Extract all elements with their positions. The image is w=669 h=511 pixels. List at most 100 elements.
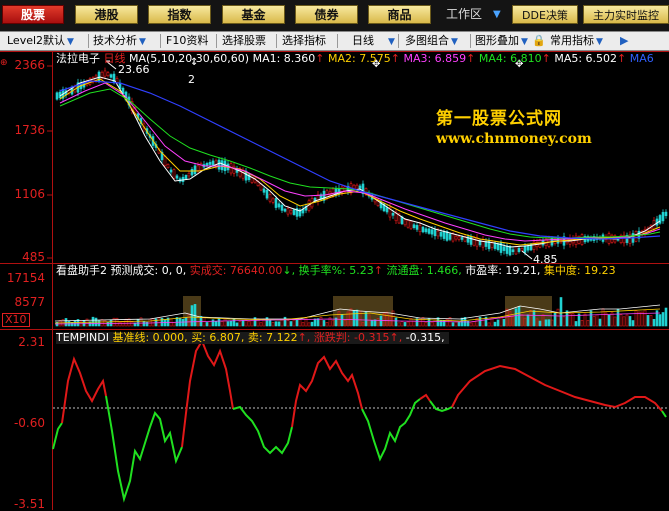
volume-bar <box>604 312 608 327</box>
candle-body <box>520 248 524 251</box>
candle-body <box>172 169 176 179</box>
volume-scale-badge[interactable]: X10 <box>2 313 30 327</box>
toolbar-select-stock[interactable]: 选择股票 <box>222 32 266 50</box>
volume-bar <box>373 319 377 327</box>
volume-bar <box>430 321 434 327</box>
volume-bar <box>517 306 521 327</box>
volume-bar <box>100 319 104 327</box>
toolbar-select-indicator[interactable]: 选择指标 <box>282 32 326 50</box>
indicator-name[interactable]: TEMPINDI <box>56 331 109 344</box>
candle-body <box>406 220 410 228</box>
sell-value: 卖: 7.122 <box>247 331 298 344</box>
volume-bar <box>370 320 374 327</box>
candle-body <box>184 175 188 179</box>
workspace-arrow-icon[interactable]: ▼ <box>493 5 501 24</box>
candle-body <box>271 198 275 203</box>
volume-bar <box>616 308 620 327</box>
candle-body <box>469 235 473 245</box>
candle-body <box>391 213 395 216</box>
toolbar-overlay[interactable]: 图形叠加 ▼ <box>475 32 528 50</box>
volume-bar <box>283 316 287 327</box>
lock-icon[interactable]: 🔒 <box>532 32 546 50</box>
toolbar: Level2默认 ▼ 技术分析 ▼ F10资料 选择股票 选择指标 日线 ▼ 多图组合… <box>0 31 669 51</box>
volume-bar <box>238 321 242 327</box>
indicator-axis-label: 2.31 <box>18 335 45 349</box>
candle-body <box>268 194 272 202</box>
toolbar-f10[interactable]: F10资料 <box>166 32 208 50</box>
indicator-line-red <box>419 393 431 402</box>
candle-body <box>229 163 233 174</box>
volume-indicator-name[interactable]: 看盘助手2 <box>56 264 107 277</box>
volume-bar <box>322 320 326 327</box>
workspace-menu[interactable]: 工作区 <box>446 5 482 24</box>
volume-bar <box>241 320 245 327</box>
trend-value-2: -0.315, <box>405 331 445 344</box>
volume-bar <box>301 322 305 327</box>
tab-bonds[interactable]: 债券 <box>295 5 358 24</box>
toolbar-common-indicators[interactable]: 常用指标 ▼ <box>550 32 603 50</box>
volume-bar <box>190 305 194 327</box>
dde-decision-button[interactable]: DDE决策 <box>512 5 578 24</box>
volume-bar <box>595 314 599 327</box>
volume-bar <box>148 318 152 327</box>
volume-bar <box>310 321 314 327</box>
toolbar-tech-analysis[interactable]: 技术分析 ▼ <box>93 32 146 50</box>
candlesticks <box>55 67 668 257</box>
volume-bar <box>208 320 212 327</box>
volume-bar <box>544 319 548 327</box>
volume-bar <box>469 322 473 327</box>
volume-bar <box>526 314 530 327</box>
toolbar-level2-default[interactable]: Level2默认 ▼ <box>7 32 74 50</box>
toolbar-period-label: 日线 <box>352 34 374 47</box>
volume-bar <box>586 320 590 327</box>
volume-bar <box>307 322 311 327</box>
divider <box>160 34 161 48</box>
volume-bar <box>214 321 218 327</box>
down-arrow-icon: ↓, <box>282 264 296 277</box>
candle-body <box>265 189 269 199</box>
indicator-axis-label: -3.51 <box>13 497 45 511</box>
volume-bar <box>280 319 284 327</box>
candle-body <box>475 237 479 247</box>
volume-bar <box>289 321 293 327</box>
tab-hk-stocks[interactable]: 港股 <box>75 5 138 24</box>
toolbar-period-daily[interactable]: 日线 ▼ <box>352 32 395 50</box>
volume-bar <box>313 318 317 327</box>
candle-body <box>511 249 515 253</box>
volume-bar <box>181 318 185 327</box>
volume-bar <box>481 319 485 327</box>
candle-body <box>205 163 209 167</box>
volume-bar <box>268 319 272 327</box>
toolbar-scroll-right-icon[interactable]: ▶ <box>620 32 628 50</box>
tab-stocks[interactable]: 股票 <box>2 5 64 24</box>
volume-bar <box>556 308 560 327</box>
volume-bar <box>316 318 320 327</box>
ma2-value: MA2: 7.575 <box>328 52 391 65</box>
volume-bar <box>598 318 602 327</box>
volume-bar <box>640 311 644 327</box>
candle-body <box>517 247 521 252</box>
ma3-line <box>59 82 661 242</box>
candle-body <box>196 165 200 171</box>
volume-bar <box>298 318 302 327</box>
volume-bar <box>223 318 227 327</box>
candle-body <box>289 209 293 214</box>
tab-funds[interactable]: 基金 <box>222 5 285 24</box>
indicator-line-green <box>429 400 453 413</box>
indicator-line-red <box>61 355 107 424</box>
toolbar-tech-analysis-label: 技术分析 <box>93 34 137 47</box>
candle-body <box>451 233 455 242</box>
tab-index[interactable]: 指数 <box>148 5 211 24</box>
main-monitor-button[interactable]: 主力实时监控 <box>583 5 669 24</box>
tab-commodities[interactable]: 商品 <box>368 5 431 24</box>
toolbar-multi-chart[interactable]: 多图组合 ▼ <box>405 32 458 50</box>
candle-body <box>55 92 59 100</box>
chart-canvas[interactable]: ↕ ✥ ✥ <box>0 51 669 510</box>
candle-body <box>493 242 497 249</box>
stock-name[interactable]: 法拉电子 <box>56 52 100 65</box>
candle-body <box>109 74 113 78</box>
candle-body <box>442 231 446 239</box>
candle-body <box>448 233 452 240</box>
ma5-value: MA5: 6.502 <box>554 52 618 65</box>
volume-bar <box>553 312 557 327</box>
